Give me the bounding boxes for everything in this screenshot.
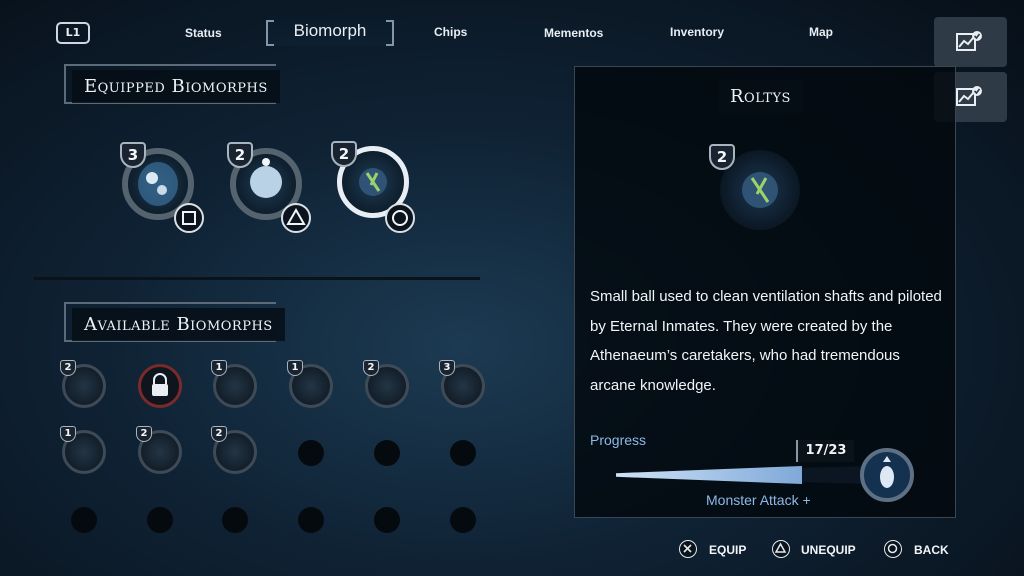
level-badge: 3 xyxy=(439,360,455,376)
equip-hint[interactable]: EQUIP xyxy=(709,543,746,557)
reward-text: Monster Attack + xyxy=(706,492,811,508)
triangle-button-icon xyxy=(772,540,790,558)
l1-shoulder-button[interactable]: L1 xyxy=(56,22,90,44)
lock-icon xyxy=(152,373,168,396)
back-hint[interactable]: BACK xyxy=(914,543,949,557)
empty-slot xyxy=(374,440,400,466)
biomorph-description: Small ball used to clean ventilation sha… xyxy=(590,288,942,394)
tab-mementos[interactable]: Mementos xyxy=(544,26,603,40)
empty-slot xyxy=(450,440,476,466)
circle-button-icon xyxy=(385,203,415,233)
empty-slot xyxy=(298,507,324,533)
level-badge: 3 xyxy=(120,142,146,168)
section-divider xyxy=(34,277,480,280)
biomorph-name: Roltys xyxy=(718,80,803,113)
equipped-title: Equipped Biomorphs xyxy=(72,70,280,103)
empty-slot xyxy=(147,507,173,533)
available-slot-locked[interactable] xyxy=(138,364,182,408)
tab-map[interactable]: Map xyxy=(809,25,833,39)
empty-slot xyxy=(71,507,97,533)
triangle-button-icon xyxy=(281,203,311,233)
stats-check-icon xyxy=(956,31,982,51)
level-badge: 1 xyxy=(211,360,227,376)
level-badge: 2 xyxy=(136,426,152,442)
attack-upgrade-icon xyxy=(880,456,894,488)
empty-slot xyxy=(450,507,476,533)
level-badge: 1 xyxy=(287,360,303,376)
reward-medallion xyxy=(860,448,914,502)
tab-status[interactable]: Status xyxy=(185,26,222,40)
level-badge: 2 xyxy=(211,426,227,442)
stats-check-icon xyxy=(956,86,982,106)
level-badge: 2 xyxy=(709,144,735,170)
progress-label: Progress xyxy=(590,432,647,448)
empty-slot xyxy=(298,440,324,466)
square-button-icon xyxy=(174,203,204,233)
tab-chips[interactable]: Chips xyxy=(434,25,467,39)
tab-inventory[interactable]: Inventory xyxy=(670,25,724,39)
progress-count: 17/23 xyxy=(796,440,854,462)
level-badge: 2 xyxy=(331,141,357,167)
level-badge: 2 xyxy=(363,360,379,376)
empty-slot xyxy=(374,507,400,533)
available-title: Available Biomorphs xyxy=(72,308,285,341)
cross-button-icon xyxy=(679,540,697,558)
level-badge: 1 xyxy=(60,426,76,442)
circle-button-icon xyxy=(884,540,902,558)
unequip-hint[interactable]: UNEQUIP xyxy=(801,543,856,557)
level-badge: 2 xyxy=(227,142,253,168)
level-badge: 2 xyxy=(60,360,76,376)
stats-button-1[interactable] xyxy=(934,17,1007,67)
tab-biomorph[interactable]: Biomorph xyxy=(266,16,394,46)
empty-slot xyxy=(222,507,248,533)
